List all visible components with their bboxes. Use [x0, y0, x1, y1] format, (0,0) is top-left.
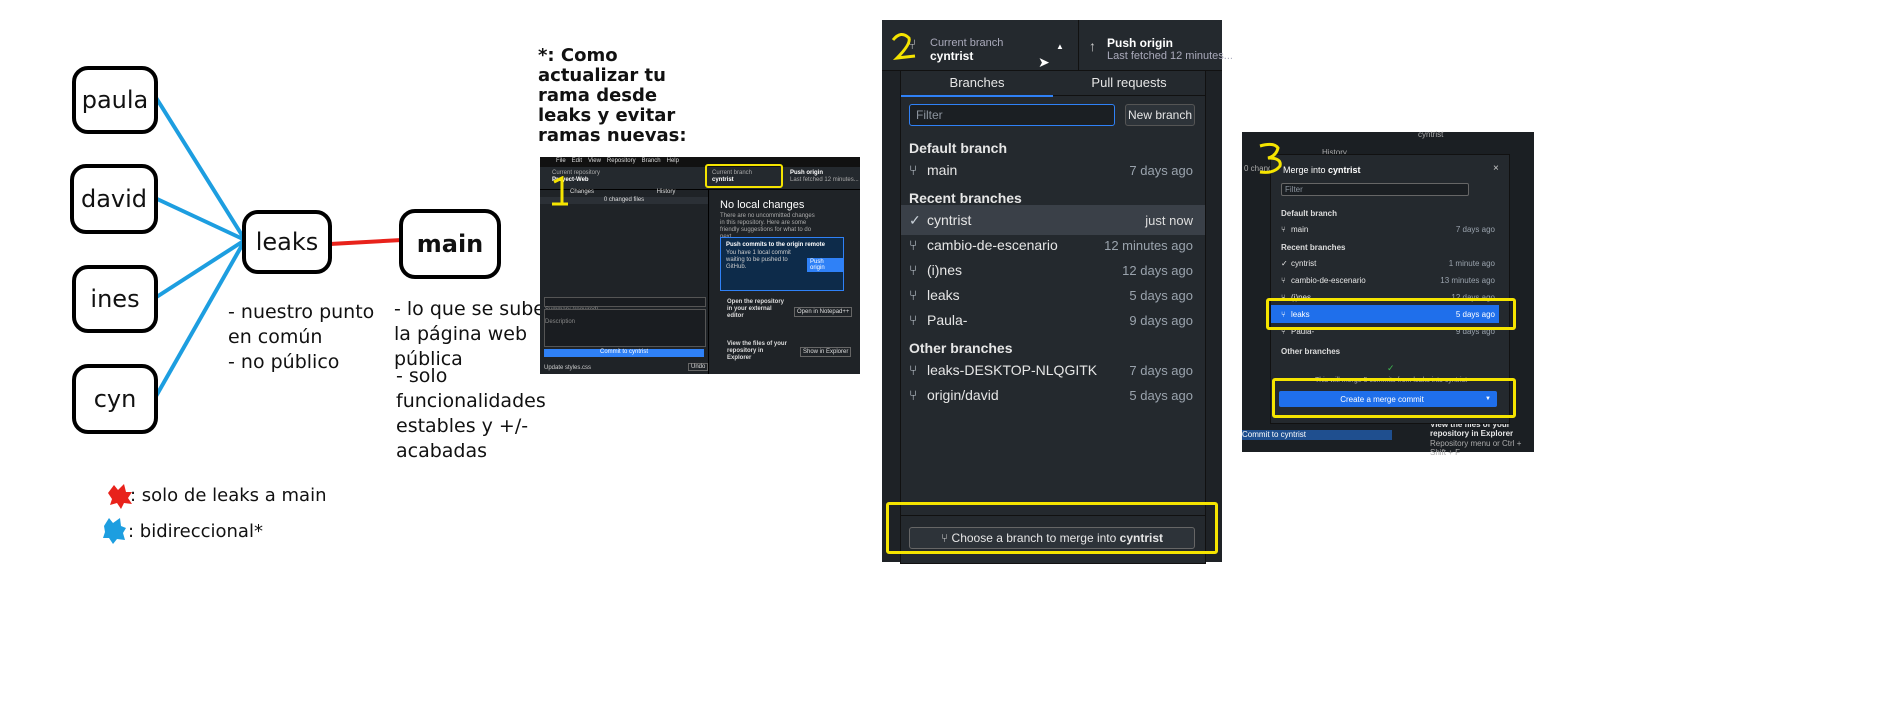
merge-item-main[interactable]: ⑂ main 7 days ago [1281, 225, 1495, 234]
node-cyn: cyn [72, 364, 158, 434]
show-explorer-button[interactable]: Show in Explorer [800, 347, 852, 357]
branch-item-origin-david[interactable]: ⑂ origin/david 5 days ago [901, 380, 1205, 410]
menu-repository[interactable]: Repository [607, 158, 636, 164]
menu-view[interactable]: View [588, 158, 601, 164]
undo-button-thumb[interactable]: Undo [688, 363, 709, 371]
tab-branches[interactable]: Branches [901, 71, 1053, 97]
menu-file[interactable]: File [556, 158, 566, 164]
merge-dialog-screenshot: History 0 changes cyntrist Commit to cyn… [1242, 130, 1534, 457]
node-ines: ines [72, 265, 158, 333]
highlight-merge-button [886, 502, 1218, 554]
node-leaks: leaks [242, 210, 332, 274]
screenshot-github-desktop: File Edit View Repository Branch Help Cu… [540, 157, 860, 374]
push-box: Push commits to the origin remote You ha… [720, 237, 844, 291]
close-icon[interactable]: × [1493, 163, 1499, 174]
branch-icon: ⑂ [909, 387, 918, 403]
push-origin-button[interactable]: ↑ Push origin Last fetched 12 minutes... [1078, 20, 1233, 70]
branch-toolbar: ⑂ Current branch cyntrist ▲ ➤ ↑ Push ori… [882, 20, 1233, 71]
edge-ines-leaks [153, 238, 247, 300]
branch-icon: ⑂ [909, 312, 918, 328]
branch-icon: ⑂ [909, 362, 918, 378]
highlight-create-merge [1272, 378, 1516, 418]
leaks-note: - nuestro punto en común - no público [228, 301, 375, 373]
menu-branch[interactable]: Branch [642, 158, 661, 164]
recent-branches-header: Recent branches [909, 190, 1022, 206]
tab-pull-requests[interactable]: Pull requests [1053, 71, 1205, 96]
sidebar-divider [708, 189, 709, 374]
push-box-title: Push commits to the origin remote [726, 242, 826, 248]
check-icon: ✓ [1281, 259, 1288, 268]
branch-icon: ⑂ [909, 287, 918, 303]
legend-blue-text: : bidireccional* [128, 521, 263, 542]
current-branch-name: cyntrist [930, 49, 974, 63]
menu-bar: File Edit View Repository Branch Help [556, 158, 679, 164]
step-mark-3 [1259, 142, 1282, 174]
view-files-title: View the files of your repository in Exp… [727, 341, 787, 361]
merge-filter-input[interactable]: Filter [1281, 183, 1469, 196]
legend-red-text: : solo de leaks a main [130, 485, 327, 506]
last-commit-text: Update styles.css [544, 365, 592, 371]
menu-edit[interactable]: Edit [572, 158, 582, 164]
merge-default-header: Default branch [1281, 209, 1338, 218]
node-paula: paula [72, 66, 158, 134]
merge-item-cyntrist[interactable]: ✓ cyntrist 1 minute ago [1281, 259, 1495, 268]
open-editor-button[interactable]: Open in Notepad++ [794, 307, 853, 317]
branch-icon: ⑂ [1281, 225, 1286, 234]
title-bar: File Edit View Repository Branch Help [540, 157, 860, 167]
bg-branch-label: cyntrist [1418, 130, 1444, 139]
step-mark-2 [891, 33, 916, 60]
branch-filter-input[interactable]: Filter [909, 104, 1115, 126]
branch-item-main[interactable]: ⑂ main 7 days ago [901, 155, 1205, 185]
step-mark-1 [552, 176, 568, 206]
push-origin-title: Push origin [1107, 36, 1173, 50]
bg-commit-button: Commit to cyntrist [1242, 430, 1392, 440]
branch-item-paula[interactable]: ⑂ Paula- 9 days ago [901, 305, 1205, 335]
edge-leaks-main [329, 238, 403, 246]
description-input[interactable]: Description [544, 309, 706, 347]
legend-blue-splash [103, 518, 126, 544]
summary-input[interactable]: Summary (required) [544, 297, 706, 313]
node-david: david [70, 164, 158, 234]
check-icon: ✓ [909, 211, 921, 228]
caret-up-icon: ▲ [1056, 42, 1064, 51]
merge-item-cambio[interactable]: ⑂ cambio-de-escenario 13 minutes ago [1281, 276, 1495, 285]
menu-help[interactable]: Help [667, 158, 679, 164]
current-branch-button[interactable]: Current branch cyntrist [930, 37, 1003, 63]
mouse-cursor-icon: ➤ [1038, 54, 1050, 70]
branch-icon: ⑂ [909, 162, 918, 178]
howto-title: *: Como actualizar tu rama desde leaks y… [538, 45, 687, 146]
open-repo-title: Open the repository in your external edi… [727, 299, 785, 319]
branch-popup: Branches Pull requests Filter New branch… [900, 70, 1206, 564]
default-branch-header: Default branch [909, 140, 1008, 156]
legend-red-splash [108, 484, 132, 509]
branch-icon: ⑂ [909, 237, 918, 253]
merge-dialog-title: Merge into cyntrist [1283, 165, 1361, 175]
new-branch-button[interactable]: New branch [1125, 104, 1195, 126]
push-origin-sub: Last fetched 12 minutes... [1107, 50, 1233, 62]
branch-icon: ⑂ [1281, 276, 1286, 285]
main-note-1: - lo que se sube a la página web pública [394, 298, 563, 370]
tab-history-thumb[interactable]: History [624, 189, 708, 197]
commit-button-thumb[interactable]: Commit to cyntrist [544, 349, 704, 357]
push-box-desc: You have 1 local commit waiting to be pu… [726, 250, 791, 270]
branch-icon: ⑂ [909, 262, 918, 278]
bg-repo-menu: Repository menu or Ctrl + Shift + F [1430, 439, 1522, 457]
other-branches-header: Other branches [909, 340, 1013, 356]
highlight-branch-selector [705, 164, 783, 188]
no-changes-title: No local changes [720, 199, 805, 211]
toolbar: Current repository Proyect-Web Current b… [540, 167, 860, 190]
push-origin-thumb[interactable]: Push origin Last fetched 12 minutes... [790, 170, 859, 184]
checkmark-icon: ✓ [1387, 363, 1395, 373]
merge-recent-header: Recent branches [1281, 243, 1346, 252]
branch-dropdown-screenshot: ⑂ Current branch cyntrist ▲ ➤ ↑ Push ori… [882, 20, 1233, 564]
node-main: main [399, 209, 501, 279]
arrow-up-icon: ↑ [1089, 38, 1096, 54]
main-note-2: - solo funcionalidades estables y +/- ac… [396, 365, 546, 462]
highlight-leaks-row [1266, 298, 1516, 330]
merge-other-header: Other branches [1281, 347, 1341, 356]
push-origin-button-thumb[interactable]: Push origin [807, 258, 843, 272]
